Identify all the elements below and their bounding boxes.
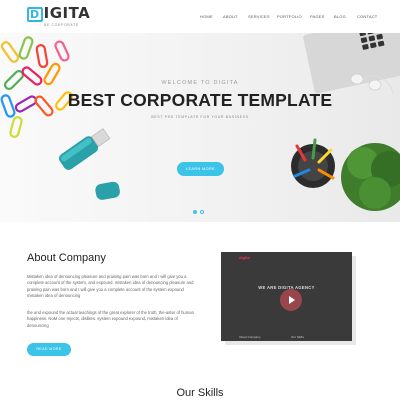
site-logo[interactable]: D IGITA BE CORPORATE (27, 4, 91, 27)
pencil-cup-illustration (291, 138, 335, 188)
about-paragraph-2: the and expound the actual teachings of … (27, 310, 194, 328)
menu-item-about[interactable]: ABOUT (223, 14, 238, 19)
video-label-right: Our Skills (291, 335, 304, 339)
about-title: About Company (27, 252, 106, 264)
video-label-left: About Company (239, 335, 261, 339)
read-more-button[interactable]: READ MORE (27, 343, 71, 356)
menu-item-blog[interactable]: BLOG (334, 14, 346, 19)
video-brand-text: digita (239, 255, 250, 260)
hero-slider: WELCOME TO DIGITA BEST CORPORATE TEMPLAT… (0, 33, 400, 222)
hero-title: BEST CORPORATE TEMPLATE (67, 90, 333, 110)
learn-more-button[interactable]: LEARN MORE (177, 162, 224, 176)
play-icon[interactable] (280, 289, 302, 311)
menu-item-portfolio[interactable]: PORTFOLIO (277, 14, 302, 19)
logo-letter: D (27, 7, 43, 22)
plant-illustration (341, 143, 400, 211)
slider-dots (193, 210, 204, 214)
video-preview[interactable]: digita WE ARE DIGITA AGENCY About Compan… (221, 252, 352, 341)
menu-item-services[interactable]: SERVICES (248, 14, 270, 19)
logo-tagline: BE CORPORATE (44, 23, 79, 27)
skills-title: Our Skills (176, 387, 224, 399)
top-navigation: D IGITA BE CORPORATE HOME ABOUT SERVICES … (0, 0, 400, 33)
logo-text: IGITA (43, 4, 91, 22)
usb-drive-illustration (58, 128, 120, 200)
slider-dot-1[interactable] (193, 210, 197, 214)
slider-dot-2[interactable] (200, 210, 204, 214)
hero-welcome-text: WELCOME TO DIGITA (161, 80, 239, 86)
about-paragraph-1: Mistaken idea of denouncing pleasure and… (27, 274, 194, 299)
menu-item-pages[interactable]: PAGES (310, 14, 325, 19)
menu-item-home[interactable]: HOME (200, 14, 213, 19)
hero-subtitle: BEST PSD TEMPLATE FOR YOUR BUSINESS (151, 115, 249, 119)
menu-item-contact[interactable]: CONTACT (357, 14, 377, 19)
logo-wordmark: D IGITA (27, 4, 91, 22)
